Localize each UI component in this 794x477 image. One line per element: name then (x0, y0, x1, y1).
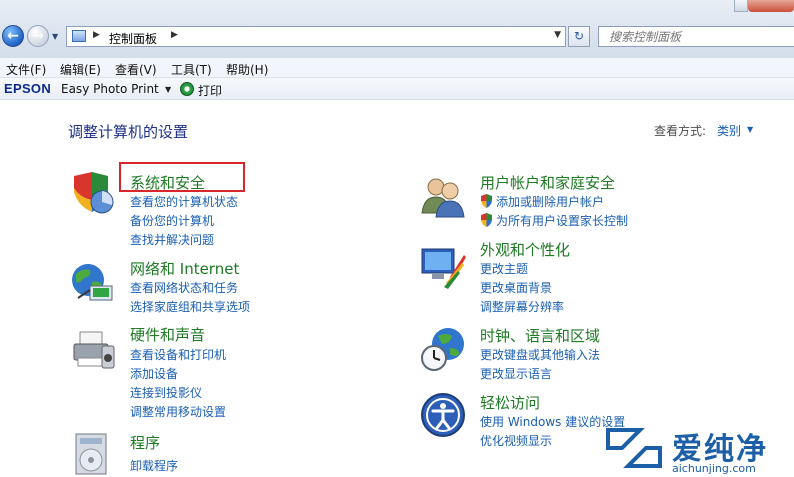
link-parental-controls[interactable]: 为所有用户设置家长控制 (496, 212, 628, 229)
easy-photo-print-button[interactable]: Easy Photo Print (61, 82, 159, 96)
close-button[interactable] (748, 0, 794, 12)
maximize-button[interactable] (734, 0, 748, 12)
chevron-down-icon[interactable]: ▼ (165, 85, 171, 94)
link-network-status[interactable]: 查看网络状态和任务 (130, 279, 238, 296)
chevron-down-icon[interactable]: ▼ (747, 125, 753, 134)
link-add-device[interactable]: 添加设备 (130, 365, 178, 382)
menu-file[interactable]: 文件(F) (6, 61, 46, 78)
forward-arrow-icon: → (32, 28, 44, 44)
category-programs[interactable]: 程序 (130, 432, 160, 453)
forward-button[interactable]: → (27, 25, 49, 47)
uac-shield-icon (481, 213, 492, 227)
link-uninstall-program[interactable]: 卸载程序 (130, 457, 178, 474)
watermark-logo-icon (606, 428, 662, 468)
view-by-dropdown[interactable]: 类别 (717, 122, 741, 139)
navigation-bar: ← → ▼ ▶ 控制面板 ▶ ▼ ↻ (0, 0, 794, 62)
breadcrumb-control-panel[interactable]: 控制面板 (109, 30, 157, 47)
appearance-icon[interactable] (420, 243, 466, 289)
refresh-button[interactable]: ↻ (568, 26, 590, 47)
category-user-accounts[interactable]: 用户帐户和家庭安全 (480, 172, 615, 193)
address-dropdown-icon[interactable]: ▼ (554, 30, 561, 40)
view-by-label: 查看方式: (654, 124, 707, 138)
link-screen-resolution[interactable]: 调整屏幕分辨率 (480, 298, 564, 315)
link-mobility-settings[interactable]: 调整常用移动设置 (130, 403, 226, 420)
menu-help[interactable]: 帮助(H) (226, 61, 268, 78)
category-appearance[interactable]: 外观和个性化 (480, 239, 570, 260)
search-box[interactable] (598, 26, 794, 47)
link-change-theme[interactable]: 更改主题 (480, 260, 528, 277)
back-button[interactable]: ← (2, 25, 24, 47)
highlight-annotation (119, 162, 245, 192)
refresh-icon: ↻ (573, 29, 585, 43)
print-button[interactable]: 打印 (198, 82, 222, 99)
breadcrumb-separator-icon[interactable]: ▶ (171, 30, 178, 40)
menu-edit[interactable]: 编辑(E) (60, 61, 101, 78)
printer-icon[interactable] (70, 328, 116, 374)
menu-view[interactable]: 查看(V) (115, 61, 157, 78)
link-optimize-display[interactable]: 优化视频显示 (480, 432, 552, 449)
link-homegroup-sharing[interactable]: 选择家庭组和共享选项 (130, 298, 250, 315)
link-devices-printers[interactable]: 查看设备和打印机 (130, 346, 226, 363)
category-network-internet[interactable]: 网络和 Internet (130, 258, 239, 279)
search-input[interactable] (599, 27, 794, 46)
link-desktop-background[interactable]: 更改桌面背景 (480, 279, 552, 296)
link-display-language[interactable]: 更改显示语言 (480, 365, 552, 382)
link-backup-computer[interactable]: 备份您的计算机 (130, 212, 214, 229)
history-dropdown-icon[interactable]: ▼ (52, 32, 58, 41)
category-hardware-sound[interactable]: 硬件和声音 (130, 324, 205, 345)
window-controls (734, 0, 794, 12)
epson-toolbar: EPSON Easy Photo Print ▼ 打印 (0, 78, 794, 100)
link-connect-projector[interactable]: 连接到投影仪 (130, 384, 202, 401)
link-add-remove-accounts[interactable]: 添加或删除用户帐户 (496, 193, 604, 210)
back-arrow-icon: ← (7, 28, 19, 44)
ease-of-access-icon[interactable] (420, 392, 466, 438)
print-icon[interactable] (180, 82, 194, 96)
menu-tools[interactable]: 工具(T) (171, 61, 212, 78)
system-security-icon[interactable] (70, 170, 116, 216)
menu-bar: 文件(F) 编辑(E) 查看(V) 工具(T) 帮助(H) (0, 58, 794, 78)
link-change-keyboard[interactable]: 更改键盘或其他输入法 (480, 346, 600, 363)
uac-shield-icon (481, 194, 492, 208)
control-panel-icon (72, 30, 86, 42)
watermark: 爱纯净 aichunjing.com (600, 420, 794, 477)
epson-logo: EPSON (4, 81, 52, 96)
programs-icon[interactable] (70, 430, 116, 476)
address-bar[interactable]: ▶ 控制面板 ▶ ▼ (66, 26, 566, 47)
watermark-url: aichunjing.com (672, 462, 756, 475)
page-title: 调整计算机的设置 (68, 123, 189, 141)
link-troubleshoot[interactable]: 查找并解决问题 (130, 231, 214, 248)
network-globe-icon[interactable] (70, 260, 116, 306)
clock-globe-icon[interactable] (420, 326, 466, 372)
category-ease-of-access[interactable]: 轻松访问 (480, 392, 540, 413)
breadcrumb-separator-icon[interactable]: ▶ (93, 30, 100, 40)
link-view-computer-status[interactable]: 查看您的计算机状态 (130, 193, 238, 210)
category-clock-language[interactable]: 时钟、语言和区域 (480, 325, 600, 346)
user-accounts-icon[interactable] (420, 173, 466, 219)
